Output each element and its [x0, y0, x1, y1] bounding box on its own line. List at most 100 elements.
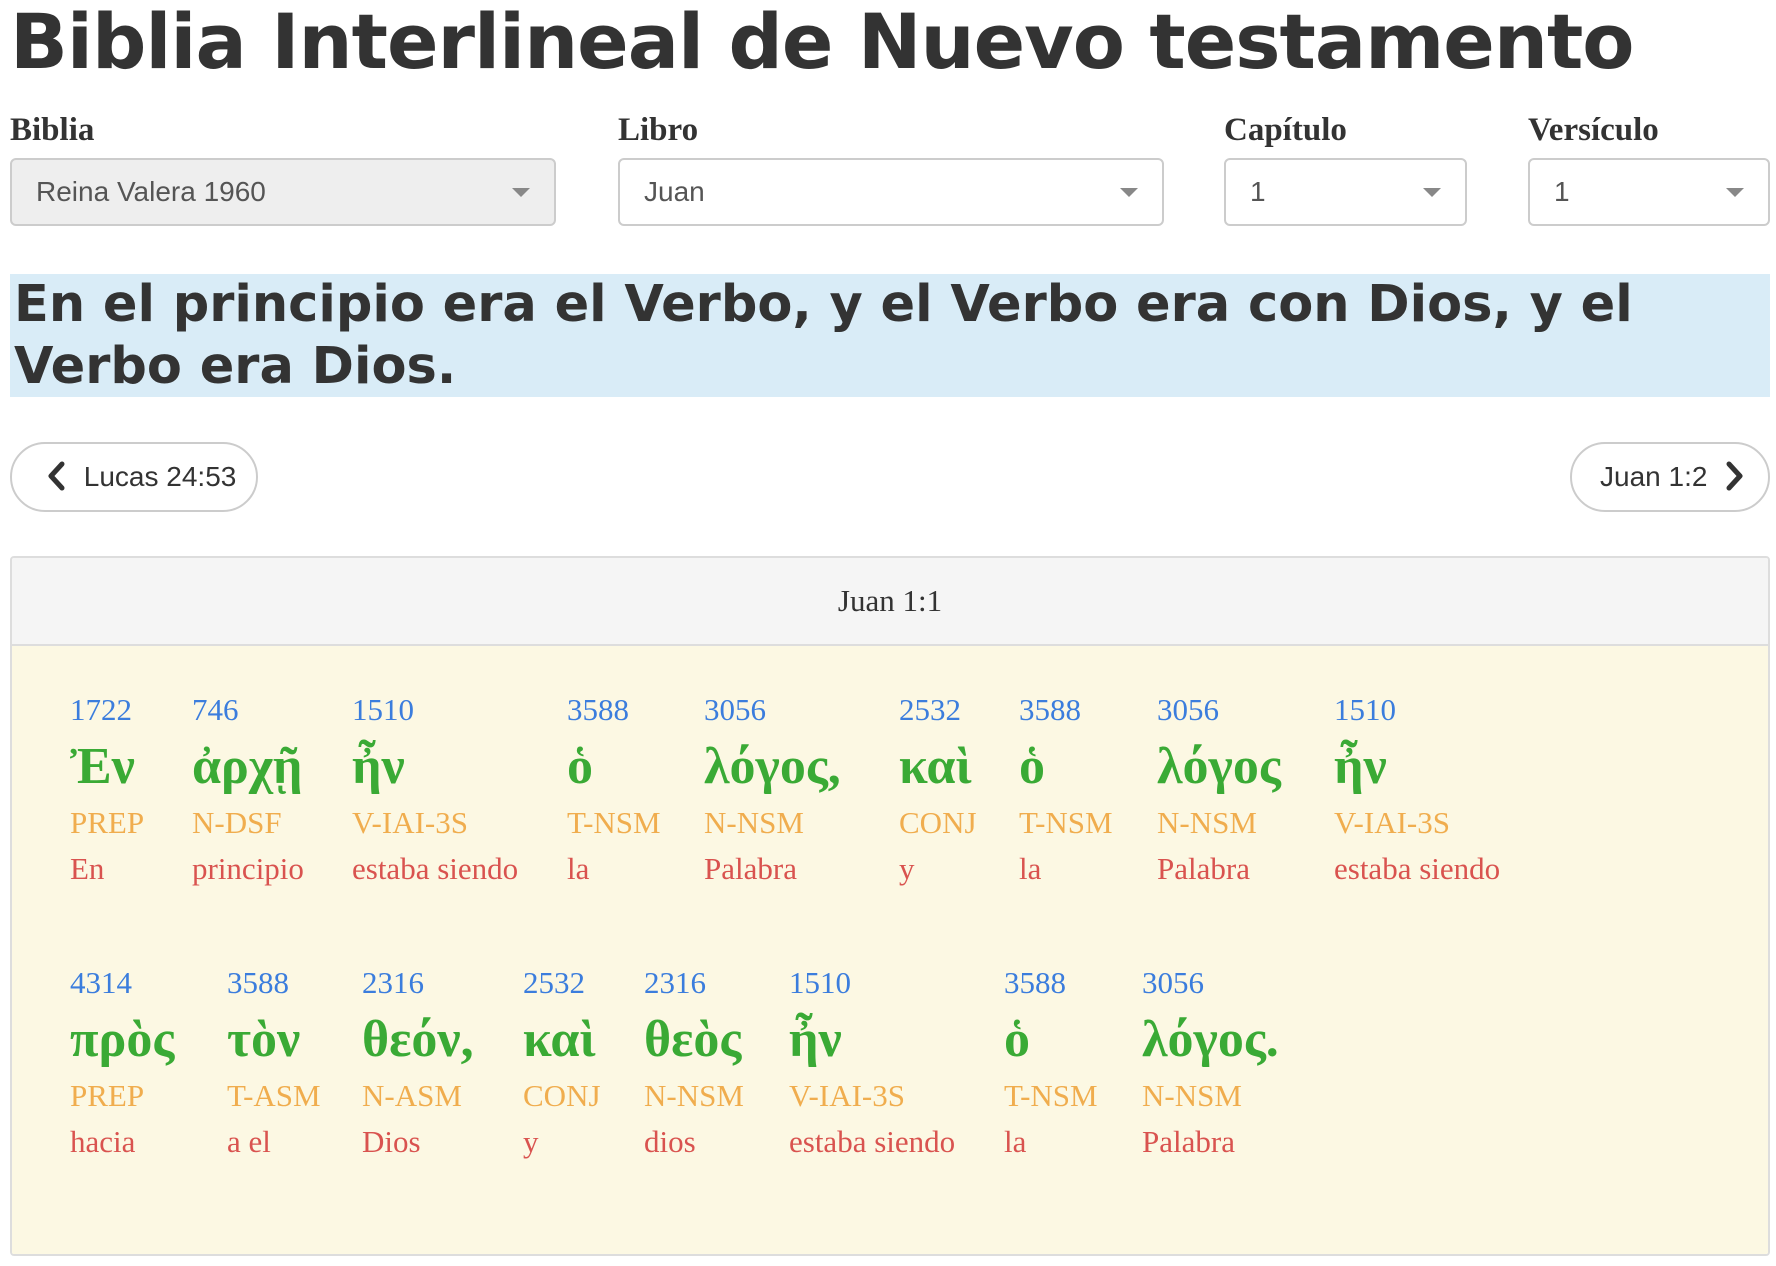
prev-verse-label: Lucas 24:53	[83, 461, 237, 492]
translation: Palabra	[1157, 851, 1250, 886]
parsing-code: V-IAI-3S	[1334, 805, 1450, 840]
capitulo-selector: Capítulo 1	[1224, 108, 1467, 226]
interlinear-word: 3056 λόγος. N-NSM Palabra	[1142, 959, 1279, 1165]
interlinear-word: 3588 τὸν T-ASM a el	[227, 959, 321, 1165]
interlinear-word: 3056 λόγος N-NSM Palabra	[1157, 686, 1281, 892]
prev-verse-button[interactable]: Lucas 24:53	[10, 442, 258, 512]
translation: estaba siendo	[352, 851, 519, 886]
strong-number[interactable]: 3056	[704, 686, 841, 734]
parsing-code: N-ASM	[362, 1078, 462, 1113]
next-verse-button[interactable]: Juan 1:2	[1570, 442, 1770, 512]
strong-number[interactable]: 1510	[1334, 686, 1500, 734]
strong-number[interactable]: 3588	[1019, 686, 1113, 734]
biblia-selector: Biblia Reina Valera 1960	[10, 108, 556, 226]
interlinear-word: 4314 πρὸς PREP hacia	[70, 959, 174, 1165]
translation: estaba siendo	[1334, 851, 1501, 886]
translation: la	[1004, 1124, 1027, 1159]
greek-word: ὁ	[567, 738, 593, 795]
interlinear-word: 2316 θεὸς N-NSM dios	[644, 959, 744, 1165]
strong-number[interactable]: 1510	[789, 959, 955, 1007]
libro-selector: Libro Juan	[618, 108, 1164, 226]
chevron-left-icon	[46, 461, 66, 491]
parsing-code: N-NSM	[1142, 1078, 1242, 1113]
parsing-code: V-IAI-3S	[352, 805, 468, 840]
parsing-code: T-NSM	[567, 805, 661, 840]
greek-word: Ἐν	[70, 738, 135, 795]
greek-word: τὸν	[227, 1011, 301, 1068]
strong-number[interactable]: 2316	[362, 959, 474, 1007]
strong-number[interactable]: 2316	[644, 959, 744, 1007]
translation: la	[567, 851, 590, 886]
versiculo-select[interactable]: 1	[1528, 158, 1770, 226]
parsing-code: CONJ	[523, 1078, 601, 1113]
parsing-code: T-ASM	[227, 1078, 321, 1113]
parsing-code: PREP	[70, 1078, 145, 1113]
parsing-code: N-NSM	[1157, 805, 1257, 840]
interlinear-words: 1722 Ἐν PREP En 746 ἀρχῇ N-DSF principio 1510 ἦν V…	[12, 646, 1768, 1254]
parsing-code: T-NSM	[1004, 1078, 1098, 1113]
capitulo-select[interactable]: 1	[1224, 158, 1467, 226]
strong-number[interactable]: 2532	[899, 686, 977, 734]
strong-number[interactable]: 4314	[70, 959, 174, 1007]
next-verse-label: Juan 1:2	[1600, 461, 1708, 492]
biblia-select[interactable]: Reina Valera 1960	[10, 158, 556, 226]
interlinear-word: 2532 καὶ CONJ y	[523, 959, 601, 1165]
chevron-down-icon	[1726, 188, 1744, 197]
strong-number[interactable]: 2532	[523, 959, 601, 1007]
strong-number[interactable]: 3588	[567, 686, 661, 734]
parsing-code: CONJ	[899, 805, 977, 840]
greek-word: ἦν	[352, 738, 405, 795]
strong-number[interactable]: 1510	[352, 686, 518, 734]
greek-word: ὁ	[1004, 1011, 1030, 1068]
panel-heading: Juan 1:1	[12, 558, 1768, 646]
verse-text: En el principio era el Verbo, y el Verbo…	[10, 274, 1770, 397]
libro-select-value: Juan	[644, 176, 705, 207]
greek-word: καὶ	[523, 1011, 596, 1068]
translation: dios	[644, 1124, 696, 1159]
greek-word: λόγος,	[704, 738, 841, 795]
interlinear-word: 3588 ὁ T-NSM la	[567, 686, 661, 892]
chevron-right-icon	[1725, 461, 1745, 491]
greek-word: ὁ	[1019, 738, 1045, 795]
translation: y	[523, 1124, 539, 1159]
chevron-down-icon	[1423, 188, 1441, 197]
translation: estaba siendo	[789, 1124, 956, 1159]
page-title: Biblia Interlineal de Nuevo testamento	[10, 0, 1634, 86]
translation: y	[899, 851, 915, 886]
interlinear-word: 2532 καὶ CONJ y	[899, 686, 977, 892]
interlinear-word: 1510 ἦν V-IAI-3S estaba siendo	[1334, 686, 1500, 892]
strong-number[interactable]: 3056	[1157, 686, 1281, 734]
interlinear-panel: Juan 1:1 1722 Ἐν PREP En 746 ἀρχῇ N-DSF princip…	[10, 556, 1770, 1256]
interlinear-word: 1722 Ἐν PREP En	[70, 686, 144, 892]
parsing-code: V-IAI-3S	[789, 1078, 905, 1113]
interlinear-word: 3588 ὁ T-NSM la	[1004, 959, 1098, 1165]
libro-select[interactable]: Juan	[618, 158, 1164, 226]
translation: Palabra	[1142, 1124, 1235, 1159]
capitulo-label: Capítulo	[1224, 112, 1347, 148]
interlinear-word: 3056 λόγος, N-NSM Palabra	[704, 686, 841, 892]
versiculo-select-value: 1	[1554, 176, 1570, 207]
greek-word: πρὸς	[70, 1011, 175, 1068]
translation: a el	[227, 1124, 271, 1159]
translation: En	[70, 851, 105, 886]
strong-number[interactable]: 3588	[227, 959, 321, 1007]
chevron-down-icon	[1120, 188, 1138, 197]
greek-word: καὶ	[899, 738, 972, 795]
strong-number[interactable]: 746	[192, 686, 304, 734]
strong-number[interactable]: 3588	[1004, 959, 1098, 1007]
interlinear-word: 1510 ἦν V-IAI-3S estaba siendo	[789, 959, 955, 1165]
parsing-code: PREP	[70, 805, 145, 840]
chevron-down-icon	[512, 188, 530, 197]
strong-number[interactable]: 1722	[70, 686, 144, 734]
capitulo-select-value: 1	[1250, 176, 1266, 207]
interlinear-word: 1510 ἦν V-IAI-3S estaba siendo	[352, 686, 518, 892]
translation: hacia	[70, 1124, 136, 1159]
strong-number[interactable]: 3056	[1142, 959, 1279, 1007]
greek-word: θεὸς	[644, 1011, 742, 1068]
greek-word: ἦν	[789, 1011, 842, 1068]
parsing-code: N-DSF	[192, 805, 282, 840]
parsing-code: N-NSM	[704, 805, 804, 840]
interlinear-word: 746 ἀρχῇ N-DSF principio	[192, 686, 304, 892]
interlinear-word: 2316 θεόν, N-ASM Dios	[362, 959, 474, 1165]
versiculo-selector: Versículo 1	[1528, 108, 1770, 226]
